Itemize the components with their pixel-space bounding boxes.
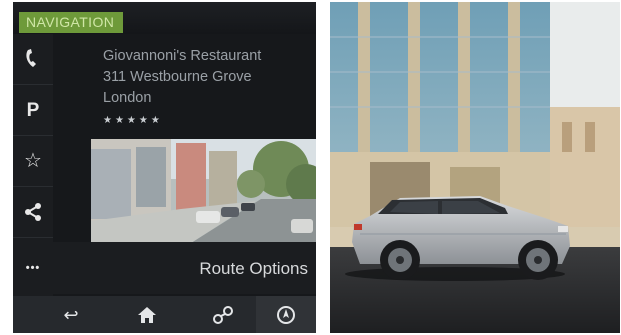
- back-button[interactable]: ↩: [41, 296, 101, 333]
- poi-address-line1: 311 Westbourne Grove: [103, 69, 252, 85]
- phone-icon: [26, 49, 36, 67]
- poi-name: Giovannoni's Restaurant: [103, 48, 262, 64]
- route-icon: [213, 305, 233, 324]
- poi-address-line2: London: [103, 90, 152, 106]
- street-view-image: [91, 139, 316, 243]
- bottom-bar: ↩: [13, 296, 316, 333]
- more-icon: •••: [25, 262, 41, 274]
- call-button[interactable]: [13, 34, 53, 85]
- favourite-button[interactable]: ☆: [13, 136, 53, 187]
- share-icon: [25, 203, 41, 221]
- side-rail: P ☆ •••: [13, 34, 53, 296]
- screen-header: NAVIGATION: [13, 2, 316, 34]
- compass-button[interactable]: [256, 296, 316, 333]
- star-icon: ☆: [24, 150, 42, 172]
- route-options-label: Route Options: [199, 259, 308, 278]
- navigation-screen: NAVIGATION P ☆ ••• Giovannoni's Restaura…: [13, 2, 316, 333]
- route-options-button[interactable]: Route Options: [53, 242, 316, 294]
- home-button[interactable]: [117, 296, 177, 333]
- poi-details: Giovannoni's Restaurant 311 Westbourne G…: [103, 46, 313, 131]
- home-icon: [138, 306, 156, 323]
- parking-icon: P: [26, 99, 40, 121]
- parking-button[interactable]: P: [13, 85, 53, 136]
- car-photo: [330, 2, 620, 333]
- more-button[interactable]: •••: [13, 241, 53, 296]
- poi-rating: ★★★★★: [103, 115, 163, 126]
- navigation-badge: NAVIGATION: [19, 12, 124, 33]
- compass-icon: [277, 305, 295, 324]
- share-button[interactable]: [13, 187, 53, 238]
- back-icon: ↩: [63, 304, 79, 325]
- route-button[interactable]: [193, 296, 253, 333]
